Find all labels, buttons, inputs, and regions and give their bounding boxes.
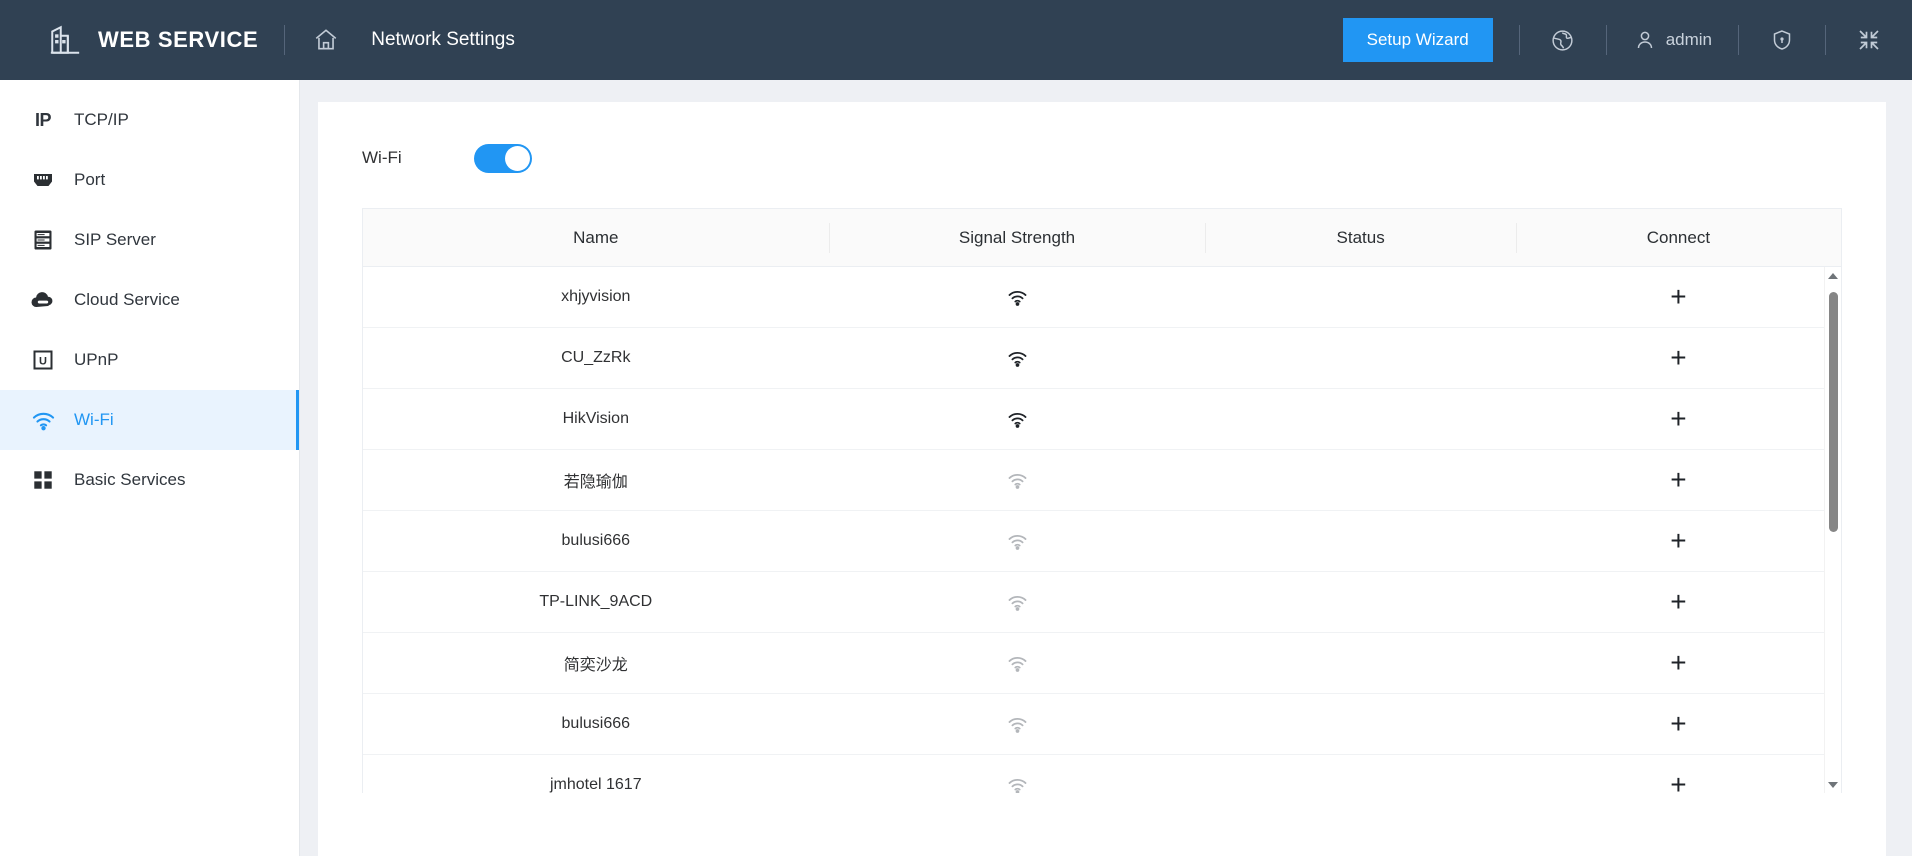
grid-icon <box>30 467 56 493</box>
person-icon <box>1633 28 1657 52</box>
table-row[interactable]: xhjyvision + <box>363 267 1841 328</box>
globe-icon[interactable] <box>1546 23 1580 57</box>
table-row[interactable]: bulusi666 + <box>363 694 1841 755</box>
cell-network-name: HikVision <box>562 410 629 427</box>
wifi-toggle-row: Wi-Fi <box>362 136 1842 180</box>
sidebar-item-label: UPnP <box>74 350 119 369</box>
main-content: Wi-Fi Name Signal Strength Status Connec… <box>300 80 1912 856</box>
wifi-signal-icon <box>829 348 1206 369</box>
sidebar-item-sip-server[interactable]: SIP Server <box>0 210 299 270</box>
wifi-enable-toggle[interactable] <box>474 143 532 173</box>
sidebar-item-basic-services[interactable]: Basic Services <box>0 450 299 510</box>
column-header-name: Name <box>573 227 619 247</box>
triangle-up-icon[interactable] <box>1825 267 1842 284</box>
upnp-icon: U <box>30 347 56 373</box>
plus-icon[interactable]: + <box>1670 588 1686 616</box>
wifi-icon <box>30 407 56 433</box>
table-row[interactable]: 若隐瑜伽 + <box>363 450 1841 511</box>
plus-icon[interactable]: + <box>1670 527 1686 555</box>
body-container: IP TCP/IP Port SIP Server Cloud Service … <box>0 80 1912 856</box>
table-body: xhjyvision + CU_ZzRk + HikVision + 若隐瑜伽 + bulusi… <box>363 267 1841 793</box>
header-actions: Setup Wizard admin <box>1342 18 1912 62</box>
plus-icon[interactable]: + <box>1670 710 1686 738</box>
top-header-bar: WEB SERVICE Network Settings Setup Wizar… <box>0 0 1912 80</box>
wifi-toggle-label: Wi-Fi <box>362 148 402 167</box>
cell-network-name: CU_ZzRk <box>561 349 631 366</box>
sidebar-item-port[interactable]: Port <box>0 150 299 210</box>
toggle-knob <box>505 145 530 171</box>
wifi-signal-icon <box>829 775 1206 793</box>
brand-area: WEB SERVICE <box>0 23 258 57</box>
column-header-connect: Connect <box>1515 209 1841 266</box>
wifi-signal-icon <box>829 470 1206 491</box>
sidebar-item-label: Basic Services <box>74 470 186 489</box>
cell-network-name: TP-LINK_9ACD <box>539 593 653 610</box>
table-vertical-scrollbar[interactable] <box>1824 267 1841 793</box>
settings-card: Wi-Fi Name Signal Strength Status Connec… <box>318 102 1886 856</box>
home-icon[interactable] <box>311 25 341 55</box>
user-menu[interactable]: admin <box>1633 28 1712 52</box>
collapse-icon[interactable] <box>1852 23 1886 57</box>
cloud-icon <box>30 287 56 313</box>
sidebar-item-label: TCP/IP <box>74 110 129 129</box>
wifi-signal-icon <box>829 592 1206 613</box>
setup-wizard-button[interactable]: Setup Wizard <box>1342 18 1493 62</box>
user-name-label: admin <box>1665 30 1712 49</box>
cell-network-name: bulusi666 <box>561 532 631 549</box>
sidebar-item-tcpip[interactable]: IP TCP/IP <box>0 90 299 150</box>
wifi-signal-icon <box>829 531 1206 552</box>
triangle-down-icon[interactable] <box>1825 776 1842 793</box>
table-row[interactable]: TP-LINK_9ACD + <box>363 572 1841 633</box>
wifi-signal-icon <box>829 409 1206 430</box>
cell-network-name: 简奕沙龙 <box>563 657 628 674</box>
sidebar-item-label: SIP Server <box>74 230 156 249</box>
cell-network-name: 若隐瑜伽 <box>563 474 628 491</box>
header-divider-3 <box>1605 25 1607 55</box>
table-row[interactable]: jmhotel 1617 + <box>363 755 1841 793</box>
server-icon <box>30 227 56 253</box>
ip-icon: IP <box>34 109 52 130</box>
wifi-signal-icon <box>829 653 1206 674</box>
ethernet-port-icon <box>30 167 56 193</box>
column-header-status: Status <box>1205 209 1515 266</box>
wifi-network-table: Name Signal Strength Status Connect xhjy… <box>362 208 1842 793</box>
plus-icon[interactable]: + <box>1670 649 1686 677</box>
sidebar-item-label: Cloud Service <box>74 290 180 309</box>
brand-title: WEB SERVICE <box>98 27 259 52</box>
table-row[interactable]: 简奕沙龙 + <box>363 633 1841 694</box>
building-icon <box>48 23 82 57</box>
page-title: Network Settings <box>371 29 515 50</box>
wifi-signal-icon <box>829 287 1206 308</box>
wifi-signal-icon <box>829 714 1206 735</box>
header-divider-4 <box>1738 25 1739 55</box>
shield-icon[interactable] <box>1765 23 1799 57</box>
table-row[interactable]: CU_ZzRk + <box>363 328 1841 389</box>
cell-network-name: xhjyvision <box>561 288 631 305</box>
cell-network-name: jmhotel 1617 <box>549 776 642 793</box>
header-divider-2 <box>1518 25 1520 55</box>
sidebar-item-label: Wi-Fi <box>74 410 114 429</box>
cell-network-name: bulusi666 <box>561 715 631 732</box>
sidebar-nav: IP TCP/IP Port SIP Server Cloud Service … <box>0 80 300 856</box>
svg-text:U: U <box>39 356 47 368</box>
header-divider-1 <box>284 25 286 55</box>
plus-icon[interactable]: + <box>1670 405 1686 433</box>
table-row[interactable]: HikVision + <box>363 389 1841 450</box>
column-header-signal: Signal Strength <box>828 209 1206 266</box>
plus-icon[interactable]: + <box>1670 283 1686 311</box>
table-header-row: Name Signal Strength Status Connect <box>363 209 1841 267</box>
table-row[interactable]: bulusi666 + <box>363 511 1841 572</box>
plus-icon[interactable]: + <box>1670 466 1686 494</box>
sidebar-item-cloud-service[interactable]: Cloud Service <box>0 270 299 330</box>
plus-icon[interactable]: + <box>1670 771 1686 794</box>
plus-icon[interactable]: + <box>1670 344 1686 372</box>
scrollbar-track[interactable] <box>1825 284 1842 776</box>
header-divider-5 <box>1825 25 1826 55</box>
sidebar-item-upnp[interactable]: U UPnP <box>0 330 299 390</box>
sidebar-item-label: Port <box>74 170 106 189</box>
sidebar-item-wifi[interactable]: Wi-Fi <box>0 390 299 450</box>
scrollbar-thumb[interactable] <box>1828 292 1838 532</box>
